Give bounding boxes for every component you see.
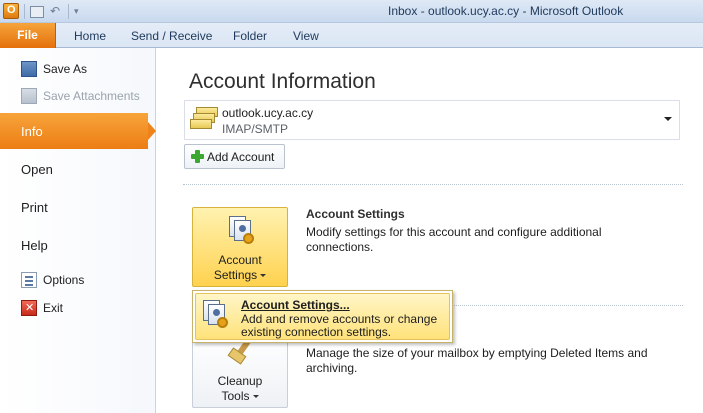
cleanup-tools-button-label-1: Cleanup	[217, 374, 263, 388]
account-settings-menu: Account Settings... Add and remove accou…	[192, 290, 453, 343]
account-settings-button-label-2: Settings	[193, 268, 287, 283]
nav-tab-open[interactable]: Open	[0, 151, 155, 187]
title-bar: ↶ ▾ Inbox - outlook.ucy.ac.cy - Microsof…	[0, 0, 703, 23]
qat-separator	[68, 4, 69, 19]
options-button[interactable]: Options	[0, 267, 155, 293]
save-as-button[interactable]: Save As	[0, 56, 155, 82]
outlook-app-icon[interactable]	[3, 3, 19, 19]
options-label: Options	[43, 273, 85, 287]
exit-button[interactable]: Exit	[0, 295, 155, 321]
page-title: Account Information	[189, 70, 376, 93]
cleanup-tools-button[interactable]: Cleanup Tools	[192, 334, 288, 408]
tab-view[interactable]: View	[293, 29, 319, 43]
nav-tab-info[interactable]: Info	[0, 113, 156, 149]
save-attachments-label: Save Attachments	[43, 89, 140, 103]
nav-tab-print[interactable]: Print	[0, 189, 155, 225]
account-type: IMAP/SMTP	[222, 122, 289, 136]
menu-item-account-settings[interactable]: Account Settings... Add and remove accou…	[195, 293, 450, 340]
customize-qat-icon[interactable]: ▾	[74, 4, 79, 19]
account-name: outlook.ucy.ac.cy	[222, 106, 314, 120]
exit-label: Exit	[43, 301, 64, 315]
undo-icon[interactable]: ↶	[50, 4, 60, 19]
options-icon	[21, 272, 37, 288]
tab-send-receive[interactable]: Send / Receive	[131, 29, 212, 43]
dropdown-arrow-icon[interactable]	[664, 117, 672, 121]
account-selector[interactable]: outlook.ucy.ac.cy IMAP/SMTP	[184, 100, 680, 140]
save-as-label: Save As	[43, 62, 88, 76]
save-as-icon	[21, 61, 37, 77]
nav-tab-help[interactable]: Help	[0, 227, 155, 263]
save-attachments-icon	[21, 88, 37, 104]
account-settings-heading: Account Settings	[306, 207, 405, 221]
account-settings-button-label-1: Account	[218, 253, 262, 267]
save-attachments-button[interactable]: Save Attachments	[0, 83, 155, 109]
tab-folder[interactable]: Folder	[233, 29, 267, 43]
section-divider	[183, 184, 683, 185]
cleanup-tools-description: Manage the size of your mailbox by empty…	[306, 346, 648, 375]
cleanup-tools-button-label-2: Tools	[193, 389, 287, 404]
ribbon-tab-bar: Home Send / Receive Folder View	[0, 23, 703, 48]
tab-file[interactable]: File	[0, 23, 56, 48]
send-receive-icon[interactable]	[30, 6, 44, 18]
tab-home[interactable]: Home	[74, 29, 106, 43]
qat-separator	[24, 4, 25, 19]
backstage-nav: Save As Save Attachments Info Open Print…	[0, 48, 156, 413]
menu-item-title: Account Settings...	[241, 298, 350, 312]
account-settings-icon	[201, 300, 231, 330]
mail-account-icon	[190, 107, 218, 133]
menu-item-description: Add and remove accounts or change existi…	[241, 312, 438, 339]
nav-tab-open-label: Open	[21, 162, 53, 177]
account-settings-description: Modify settings for this account and con…	[306, 225, 602, 254]
exit-icon	[21, 300, 37, 316]
nav-tab-help-label: Help	[21, 238, 48, 253]
nav-tab-print-label: Print	[21, 200, 48, 215]
account-settings-button[interactable]: Account Settings	[192, 207, 288, 287]
add-account-button[interactable]: Add Account	[184, 144, 285, 169]
nav-tab-info-label: Info	[21, 124, 43, 139]
chevron-down-icon	[260, 274, 267, 278]
account-settings-icon	[225, 216, 255, 246]
window-title: Inbox - outlook.ucy.ac.cy - Microsoft Ou…	[388, 4, 624, 18]
plus-icon	[191, 150, 204, 163]
add-account-label: Add Account	[207, 150, 275, 164]
chevron-down-icon	[252, 395, 259, 399]
